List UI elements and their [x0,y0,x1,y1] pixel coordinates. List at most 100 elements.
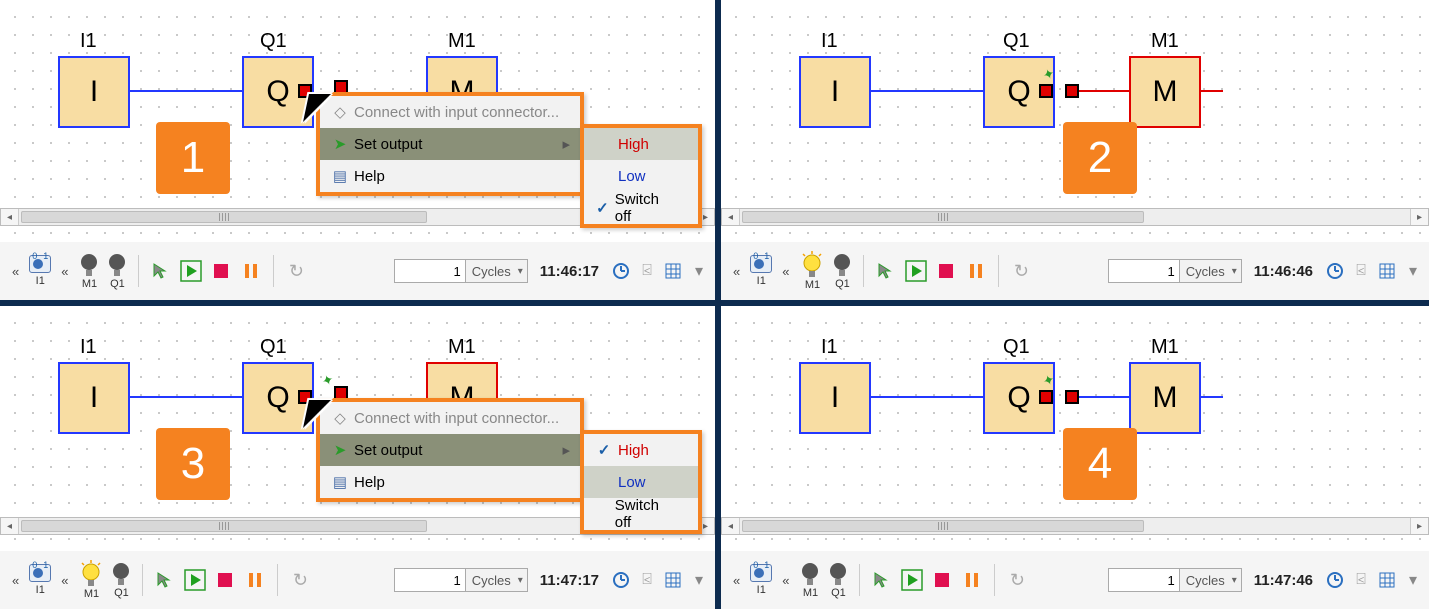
block-m[interactable]: M [1129,362,1201,434]
switch-icon[interactable]: 01 [29,255,51,273]
q-output-port[interactable] [1039,84,1053,98]
network-icon[interactable]: ⍃ [1351,261,1371,281]
scroll-right-button[interactable]: ▸ [1410,518,1428,534]
pause-button[interactable] [964,259,988,283]
io-i1[interactable]: 01 I1 [29,564,51,596]
cycles-input[interactable] [1108,259,1180,283]
chevron-down-icon[interactable]: ▾ [689,261,709,281]
network-icon[interactable]: ⍃ [1351,570,1371,590]
pause-button[interactable] [243,568,267,592]
reset-button[interactable]: ↻ [1009,259,1033,283]
spare-port[interactable] [1065,390,1079,404]
chevron-down-icon[interactable]: ▾ [689,570,709,590]
play-button[interactable] [900,568,924,592]
wire-q-m[interactable] [1079,90,1131,92]
menu-set-output[interactable]: ➤ Set output ▸ [320,128,580,160]
play-button[interactable] [904,259,928,283]
bulb-q1[interactable]: Q1 [110,561,132,599]
cycles-unit-combo[interactable]: Cycles [466,568,528,592]
wire-i-q[interactable] [130,90,242,92]
scroll-thumb[interactable] [21,211,427,223]
cycles-input[interactable] [394,568,466,592]
bulb-m1-on[interactable]: M1 [799,251,825,291]
toolbar-prev2[interactable]: « [57,573,72,588]
wire-m-out[interactable] [1201,396,1223,398]
network-icon[interactable]: ⍃ [637,261,657,281]
table-icon[interactable] [1377,570,1397,590]
pointer-tool-icon[interactable] [149,259,173,283]
wire-q-m[interactable] [1079,396,1131,398]
submenu-switch-off[interactable]: Switch off [584,498,698,530]
toolbar-prev2[interactable]: « [778,264,793,279]
scroll-left-button[interactable]: ◂ [1,518,19,534]
table-icon[interactable] [663,570,683,590]
q-output-port[interactable] [1039,390,1053,404]
wire-i-q[interactable] [871,90,983,92]
bulb-m1[interactable]: M1 [799,561,821,599]
io-i1[interactable]: 01 I1 [750,255,772,287]
context-menu[interactable]: ◇Connect with input connector... ➤Set ou… [316,398,584,502]
menu-help[interactable]: ▤Help [320,466,580,498]
cycles-input[interactable] [394,259,466,283]
spare-port[interactable] [1065,84,1079,98]
reset-button[interactable]: ↻ [1005,568,1029,592]
clock-icon[interactable] [611,261,631,281]
h-scrollbar[interactable]: ◂ ▸ [721,517,1429,535]
toolbar-prev[interactable]: « [729,264,744,279]
pointer-tool-icon[interactable] [874,259,898,283]
io-i1[interactable]: 01 I1 [750,564,772,596]
reset-button[interactable]: ↻ [288,568,312,592]
toolbar-prev2[interactable]: « [57,264,72,279]
scroll-left-button[interactable]: ◂ [1,209,19,225]
bulb-m1[interactable]: M1 [78,252,100,290]
wire-i-q[interactable] [871,396,983,398]
pause-button[interactable] [960,568,984,592]
scroll-left-button[interactable]: ◂ [722,209,740,225]
set-output-submenu[interactable]: ✓ High Low Switch off [580,430,702,534]
bulb-q1[interactable]: Q1 [831,252,853,290]
cycles-unit-combo[interactable]: Cycles [1180,568,1242,592]
bulb-m1-on[interactable]: M1 [78,560,104,600]
block-i[interactable]: I [799,362,871,434]
play-button[interactable] [179,259,203,283]
block-i[interactable]: I [58,362,130,434]
toolbar-prev[interactable]: « [729,573,744,588]
toolbar-prev2[interactable]: « [778,573,793,588]
bulb-q1[interactable]: Q1 [827,561,849,599]
cycles-unit-combo[interactable]: Cycles [466,259,528,283]
io-i1[interactable]: 01 I1 [29,255,51,287]
block-m[interactable]: M [1129,56,1201,128]
cycles-input[interactable] [1108,568,1180,592]
menu-set-output[interactable]: ➤Set output▸ [320,434,580,466]
stop-button[interactable] [213,568,237,592]
table-icon[interactable] [1377,261,1397,281]
scroll-right-button[interactable]: ▸ [1410,209,1428,225]
menu-help[interactable]: ▤ Help [320,160,580,192]
play-button[interactable] [183,568,207,592]
stop-button[interactable] [930,568,954,592]
submenu-high[interactable]: ✓ High [584,434,698,466]
submenu-high[interactable]: High [584,128,698,160]
scroll-left-button[interactable]: ◂ [722,518,740,534]
table-icon[interactable] [663,261,683,281]
submenu-switch-off[interactable]: ✓ Switch off [584,192,698,224]
h-scrollbar[interactable]: ◂ ▸ [721,208,1429,226]
submenu-low[interactable]: Low [584,466,698,498]
network-icon[interactable]: ⍃ [637,570,657,590]
wire-i-q[interactable] [130,396,242,398]
context-menu[interactable]: ◇ Connect with input connector... ➤ Set … [316,92,584,196]
submenu-low[interactable]: Low [584,160,698,192]
block-i[interactable]: I [799,56,871,128]
bulb-q1[interactable]: Q1 [106,252,128,290]
toolbar-prev[interactable]: « [8,573,23,588]
pointer-tool-icon[interactable] [870,568,894,592]
pointer-tool-icon[interactable] [153,568,177,592]
clock-icon[interactable] [1325,570,1345,590]
chevron-down-icon[interactable]: ▾ [1403,570,1423,590]
stop-button[interactable] [934,259,958,283]
clock-icon[interactable] [1325,261,1345,281]
set-output-submenu[interactable]: High Low ✓ Switch off [580,124,702,228]
stop-button[interactable] [209,259,233,283]
chevron-down-icon[interactable]: ▾ [1403,261,1423,281]
pause-button[interactable] [239,259,263,283]
